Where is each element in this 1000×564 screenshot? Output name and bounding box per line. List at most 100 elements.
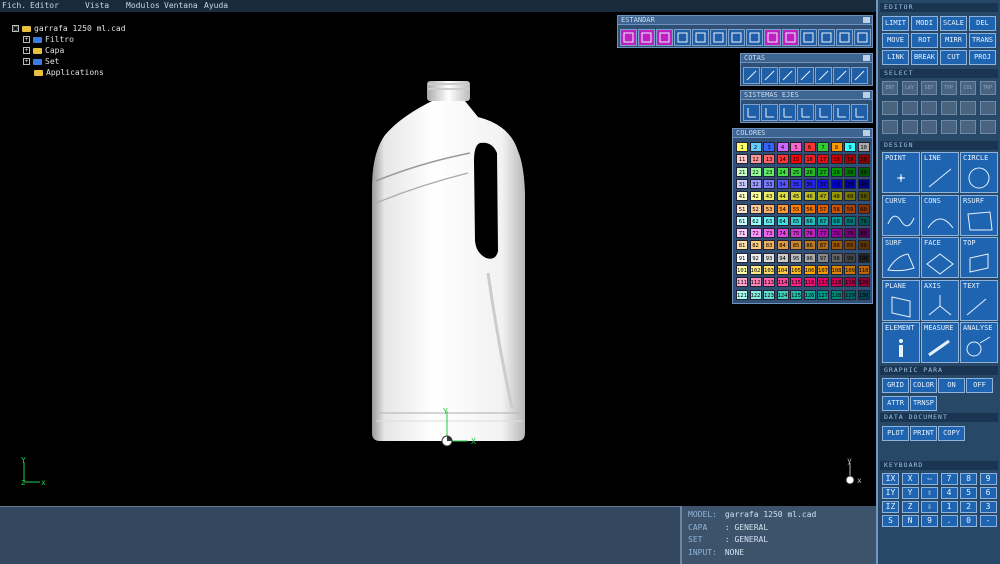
editor-del-button[interactable]: DEL xyxy=(969,16,996,31)
triangle-icon[interactable] xyxy=(833,67,850,84)
axis-world-icon[interactable] xyxy=(851,104,868,121)
color-swatch[interactable]: 84 xyxy=(776,240,789,251)
data-print-button[interactable]: PRINT xyxy=(910,426,937,441)
camera-icon[interactable] xyxy=(800,29,817,46)
color-swatch[interactable]: 78 xyxy=(830,228,843,239)
pointer-icon[interactable] xyxy=(854,29,871,46)
color-swatch[interactable]: 49 xyxy=(844,191,856,202)
color-swatch[interactable]: 113 xyxy=(763,277,775,288)
color-swatch[interactable]: 46 xyxy=(803,191,816,202)
color-swatch[interactable]: 22 xyxy=(749,166,762,177)
color-swatch[interactable]: 107 xyxy=(817,265,829,275)
angle-icon[interactable] xyxy=(797,67,814,84)
color-swatch[interactable]: 116 xyxy=(803,277,816,288)
editor-proj-button[interactable]: PROJ xyxy=(969,50,996,65)
close-icon[interactable] xyxy=(863,92,870,98)
color-swatch[interactable]: 27 xyxy=(817,166,829,177)
color-swatch[interactable]: 54 xyxy=(776,203,789,214)
axis-free-icon[interactable] xyxy=(797,104,814,121)
color-swatch[interactable]: 33 xyxy=(763,178,775,189)
color-swatch[interactable]: 111 xyxy=(736,277,748,288)
color-swatch[interactable]: 57 xyxy=(817,203,829,214)
key-button[interactable]: 0 xyxy=(960,515,977,527)
editor-move-button[interactable]: MOVE xyxy=(882,33,909,48)
select-col-button[interactable]: COL xyxy=(960,81,976,95)
design-text-button[interactable]: TEXT xyxy=(960,279,998,321)
color-swatch[interactable]: 119 xyxy=(844,277,856,288)
color-swatch[interactable]: 2 xyxy=(749,142,762,152)
color-swatch[interactable]: 89 xyxy=(844,240,856,251)
select-filter-icon[interactable] xyxy=(940,120,957,134)
axis-yz-icon[interactable] xyxy=(761,104,778,121)
color-swatch[interactable]: 26 xyxy=(803,166,816,177)
color-swatch[interactable]: 15 xyxy=(790,154,802,165)
design-measure-button[interactable]: MEASURE xyxy=(921,322,959,363)
color-swatch[interactable]: 121 xyxy=(736,289,748,300)
color-swatch[interactable]: 75 xyxy=(790,228,802,239)
color-swatch[interactable]: 88 xyxy=(830,240,843,251)
color-swatch[interactable]: 92 xyxy=(749,252,762,263)
color-swatch[interactable]: 85 xyxy=(790,240,802,251)
dimension-icon[interactable] xyxy=(761,67,778,84)
frame-icon[interactable] xyxy=(782,29,799,46)
key-button[interactable]: 9 xyxy=(921,515,938,527)
pan-icon[interactable] xyxy=(710,29,727,46)
color-swatch[interactable]: 129 xyxy=(844,289,856,300)
color-swatch[interactable]: 47 xyxy=(817,191,829,202)
design-line-button[interactable]: LINE xyxy=(921,152,959,193)
graphic-off-button[interactable]: OFF xyxy=(966,378,993,393)
graphic-trnsp-button[interactable]: TRNSP xyxy=(910,396,937,411)
axis-z-icon[interactable] xyxy=(815,104,832,121)
color-swatch[interactable]: 104 xyxy=(776,265,789,275)
color-swatch[interactable]: 114 xyxy=(776,277,789,288)
axis-xy-icon[interactable] xyxy=(743,104,760,121)
color-swatch[interactable]: 19 xyxy=(844,154,856,165)
color-swatch[interactable]: 83 xyxy=(763,240,775,251)
toolbar-sistemas-ejes[interactable]: SISTEMAS EJES xyxy=(740,90,873,123)
color-swatch[interactable]: 17 xyxy=(817,154,829,165)
color-swatch[interactable]: 1 xyxy=(736,142,748,152)
close-icon[interactable] xyxy=(863,130,870,136)
key-button[interactable]: 5 xyxy=(960,487,977,499)
close-icon[interactable] xyxy=(863,55,870,61)
view-side-icon[interactable] xyxy=(656,29,673,46)
zoom-icon[interactable] xyxy=(692,29,709,46)
key-button[interactable]: 6 xyxy=(979,487,997,499)
axes-icon[interactable] xyxy=(728,29,745,46)
color-swatch[interactable]: 106 xyxy=(803,265,816,275)
color-swatch[interactable]: 77 xyxy=(817,228,829,239)
color-swatch[interactable]: 55 xyxy=(790,203,802,214)
menu-ayuda[interactable]: Ayuda xyxy=(204,0,228,12)
menu-vista[interactable]: Vista xyxy=(85,0,109,12)
editor-modi-button[interactable]: MODI xyxy=(911,16,938,31)
color-swatch[interactable]: 112 xyxy=(749,277,762,288)
color-swatch[interactable]: 44 xyxy=(776,191,789,202)
editor-break-button[interactable]: BREAK xyxy=(911,50,938,65)
select-filter-icon[interactable] xyxy=(882,120,898,134)
color-swatch[interactable]: 23 xyxy=(763,166,775,177)
color-swatch[interactable]: 115 xyxy=(790,277,802,288)
key-button[interactable]: Z xyxy=(901,501,919,513)
redo-icon[interactable] xyxy=(836,29,853,46)
color-swatch[interactable]: 67 xyxy=(817,215,829,226)
color-swatch[interactable]: 9 xyxy=(844,142,856,152)
design-circle-button[interactable]: CIRCLE xyxy=(960,152,998,193)
key-button[interactable]: 9 xyxy=(979,473,997,485)
color-swatch[interactable]: 50 xyxy=(857,191,870,202)
design-cons-button[interactable]: CONS xyxy=(921,194,959,236)
key-button[interactable]: ⇧ xyxy=(921,487,938,499)
select-filter-icon[interactable] xyxy=(901,120,918,134)
data-copy-button[interactable]: COPY xyxy=(938,426,965,441)
color-swatch[interactable]: 65 xyxy=(790,215,802,226)
color-swatch[interactable]: 118 xyxy=(830,277,843,288)
color-swatch[interactable]: 52 xyxy=(749,203,762,214)
select-filter-icon[interactable] xyxy=(979,120,996,134)
color-swatch[interactable]: 76 xyxy=(803,228,816,239)
select-filter-icon[interactable] xyxy=(940,101,957,115)
editor-limit-button[interactable]: LIMIT xyxy=(882,16,909,31)
color-swatch[interactable]: 28 xyxy=(830,166,843,177)
graphic-attr-button[interactable]: ATTR xyxy=(882,396,909,411)
color-swatch[interactable]: 72 xyxy=(749,228,762,239)
color-swatch[interactable]: 38 xyxy=(830,178,843,189)
design-face-button[interactable]: FACE xyxy=(921,237,959,278)
